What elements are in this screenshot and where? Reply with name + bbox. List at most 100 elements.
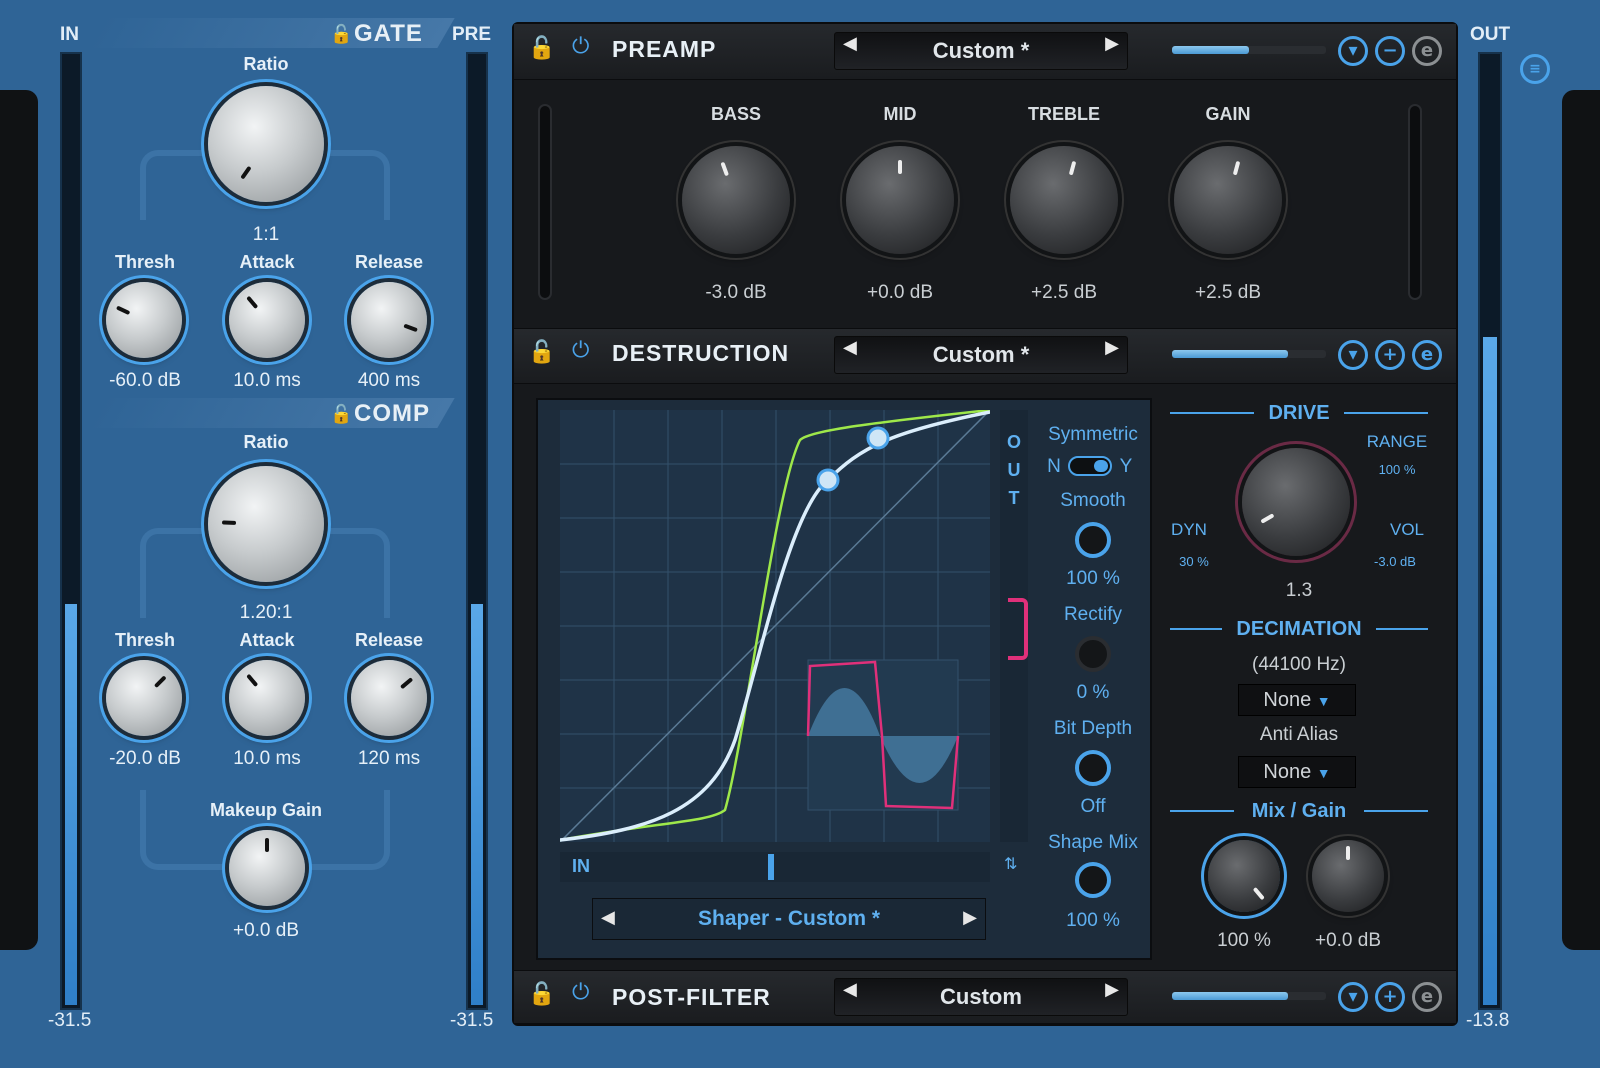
gate-thresh-label: Thresh [114,252,175,272]
preamp-remove-icon[interactable]: − [1375,36,1405,66]
plugin-window: IN -31.5 PRE -31.5 OUT -13.8 ≡ 🔓 GATE Ra… [0,0,1600,1068]
gate-thresh-knob[interactable] [106,282,182,358]
comp-ratio-knob[interactable] [208,466,324,582]
postfilter-add-icon[interactable]: + [1375,982,1405,1012]
destruction-mix-slider[interactable] [1172,350,1326,358]
gate-ratio-knob[interactable] [208,86,324,202]
pre-meter-label: PRE [452,24,492,45]
shapemix-value: 100 % [1066,910,1120,931]
pre-meter-fill [471,604,483,1005]
preamp-preset[interactable]: ◀ Custom * ▶ [834,32,1128,70]
destruction-prev-icon[interactable]: ◀ [843,337,857,358]
shaper-graph[interactable] [560,410,990,842]
bitdepth-knob[interactable] [1075,750,1111,786]
in-position-marker[interactable] [768,854,774,880]
smooth-knob[interactable] [1075,522,1111,558]
comp-release-label: Release [354,630,424,650]
shaper-prev-icon[interactable]: ◀ [601,907,615,928]
smooth-value: 100 % [1066,568,1120,589]
bass-value: -3.0 dB [705,282,767,303]
preamp-menu-icon[interactable]: ▾ [1338,36,1368,66]
mid-value: +0.0 dB [866,282,934,303]
gate-release-knob[interactable] [351,282,427,358]
shapemix-label: Shape Mix [1048,832,1138,853]
gate-ratio-value: 1:1 [252,224,280,245]
destruction-mix-knob[interactable] [1208,840,1280,912]
destruction-gain-value: +0.0 dB [1314,930,1382,951]
symmetric-toggle[interactable] [1068,456,1112,476]
comp-attack-label: Attack [239,630,295,650]
gate-title: GATE [354,20,423,47]
preamp-input-fader[interactable] [538,104,552,300]
in-axis [560,852,990,882]
mixgain-title-mix: Mix [1251,800,1286,822]
gate-attack-knob[interactable] [229,282,305,358]
mid-knob[interactable] [846,146,954,254]
antialias-label: Anti Alias [1259,724,1339,745]
preamp-mix-fill [1172,46,1249,54]
postfilter-prev-icon[interactable]: ◀ [843,979,857,1000]
graph-in-label: IN [572,856,590,876]
rectify-knob[interactable] [1075,636,1111,672]
comp-thresh-knob[interactable] [106,660,182,736]
destruction-menu-icon[interactable]: ▾ [1338,340,1368,370]
out-meter-label: OUT [1470,24,1511,45]
treble-knob[interactable] [1010,146,1118,254]
shaper-next-icon[interactable]: ▶ [963,907,977,928]
preamp-preset-label: Custom * [932,38,1030,63]
preamp-power-icon[interactable]: ⏻ [572,34,589,59]
out-range-marker[interactable] [1008,598,1028,660]
postfilter-mix-slider[interactable] [1172,992,1326,1000]
preamp-mix-slider[interactable] [1172,46,1326,54]
preamp-output-fader[interactable] [1408,104,1422,300]
shaper-preset-label: Shaper - Custom * [697,907,881,930]
dyn-label: DYN [1171,520,1207,539]
comp-attack-knob[interactable] [229,660,305,736]
makeup-gain-knob[interactable] [229,830,305,906]
destruction-next-icon[interactable]: ▶ [1105,337,1119,358]
swap-axes-icon[interactable]: ⇅ [1004,854,1017,873]
collapse-icon[interactable]: ≡ [1520,54,1550,84]
rectify-value: 0 % [1076,682,1110,703]
smooth-label: Smooth [1060,490,1126,511]
destruction-lock-icon[interactable]: 🔓 [528,340,555,365]
in-meter-label: IN [60,24,79,45]
treble-value: +2.5 dB [1030,282,1098,303]
comp-release-knob[interactable] [351,660,427,736]
destruction-edit-icon[interactable]: e [1412,340,1442,370]
gate-lock-icon[interactable]: 🔓 [330,24,352,45]
makeup-gain-value: +0.0 dB [232,920,300,941]
comp-ratio-value: 1.20:1 [239,602,293,623]
postfilter-mix-fill [1172,992,1288,1000]
antialias-select[interactable]: None ▼ [1238,756,1356,788]
preamp-next-icon[interactable]: ▶ [1105,33,1119,54]
preamp-prev-icon[interactable]: ◀ [843,33,857,54]
comp-lock-icon[interactable]: 🔓 [330,404,352,425]
postfilter-power-icon[interactable]: ⏻ [572,980,589,1005]
destruction-preset[interactable]: ◀ Custom * ▶ [834,336,1128,374]
postfilter-next-icon[interactable]: ▶ [1105,979,1119,1000]
preamp-gain-knob[interactable] [1174,146,1282,254]
destruction-gain-knob[interactable] [1312,840,1384,912]
dyn-value: 30 % [1179,554,1209,569]
postfilter-menu-icon[interactable]: ▾ [1338,982,1368,1012]
pre-meter [466,52,488,1010]
decimation-mode-select[interactable]: None ▼ [1238,684,1356,716]
shaper-preset[interactable]: ◀ Shaper - Custom * ▶ [592,898,986,940]
shapemix-knob[interactable] [1075,862,1111,898]
range-value: 100 % [1378,462,1416,477]
decimation-rule-right [1376,628,1428,630]
decimation-rate: (44100 Hz) [1252,654,1346,675]
postfilter-lock-icon[interactable]: 🔓 [528,982,555,1007]
preamp-edit-icon[interactable]: e [1412,36,1442,66]
destruction-power-icon[interactable]: ⏻ [572,338,589,363]
drive-value: 1.3 [1285,580,1313,601]
in-meter-value: -31.5 [48,1010,92,1031]
destruction-add-icon[interactable]: + [1375,340,1405,370]
postfilter-edit-icon[interactable]: e [1412,982,1442,1012]
preamp-lock-icon[interactable]: 🔓 [528,36,555,61]
drive-knob[interactable] [1242,448,1350,556]
bass-knob[interactable] [682,146,790,254]
in-meter-fill [65,604,77,1005]
postfilter-preset[interactable]: ◀ Custom ▶ [834,978,1128,1016]
